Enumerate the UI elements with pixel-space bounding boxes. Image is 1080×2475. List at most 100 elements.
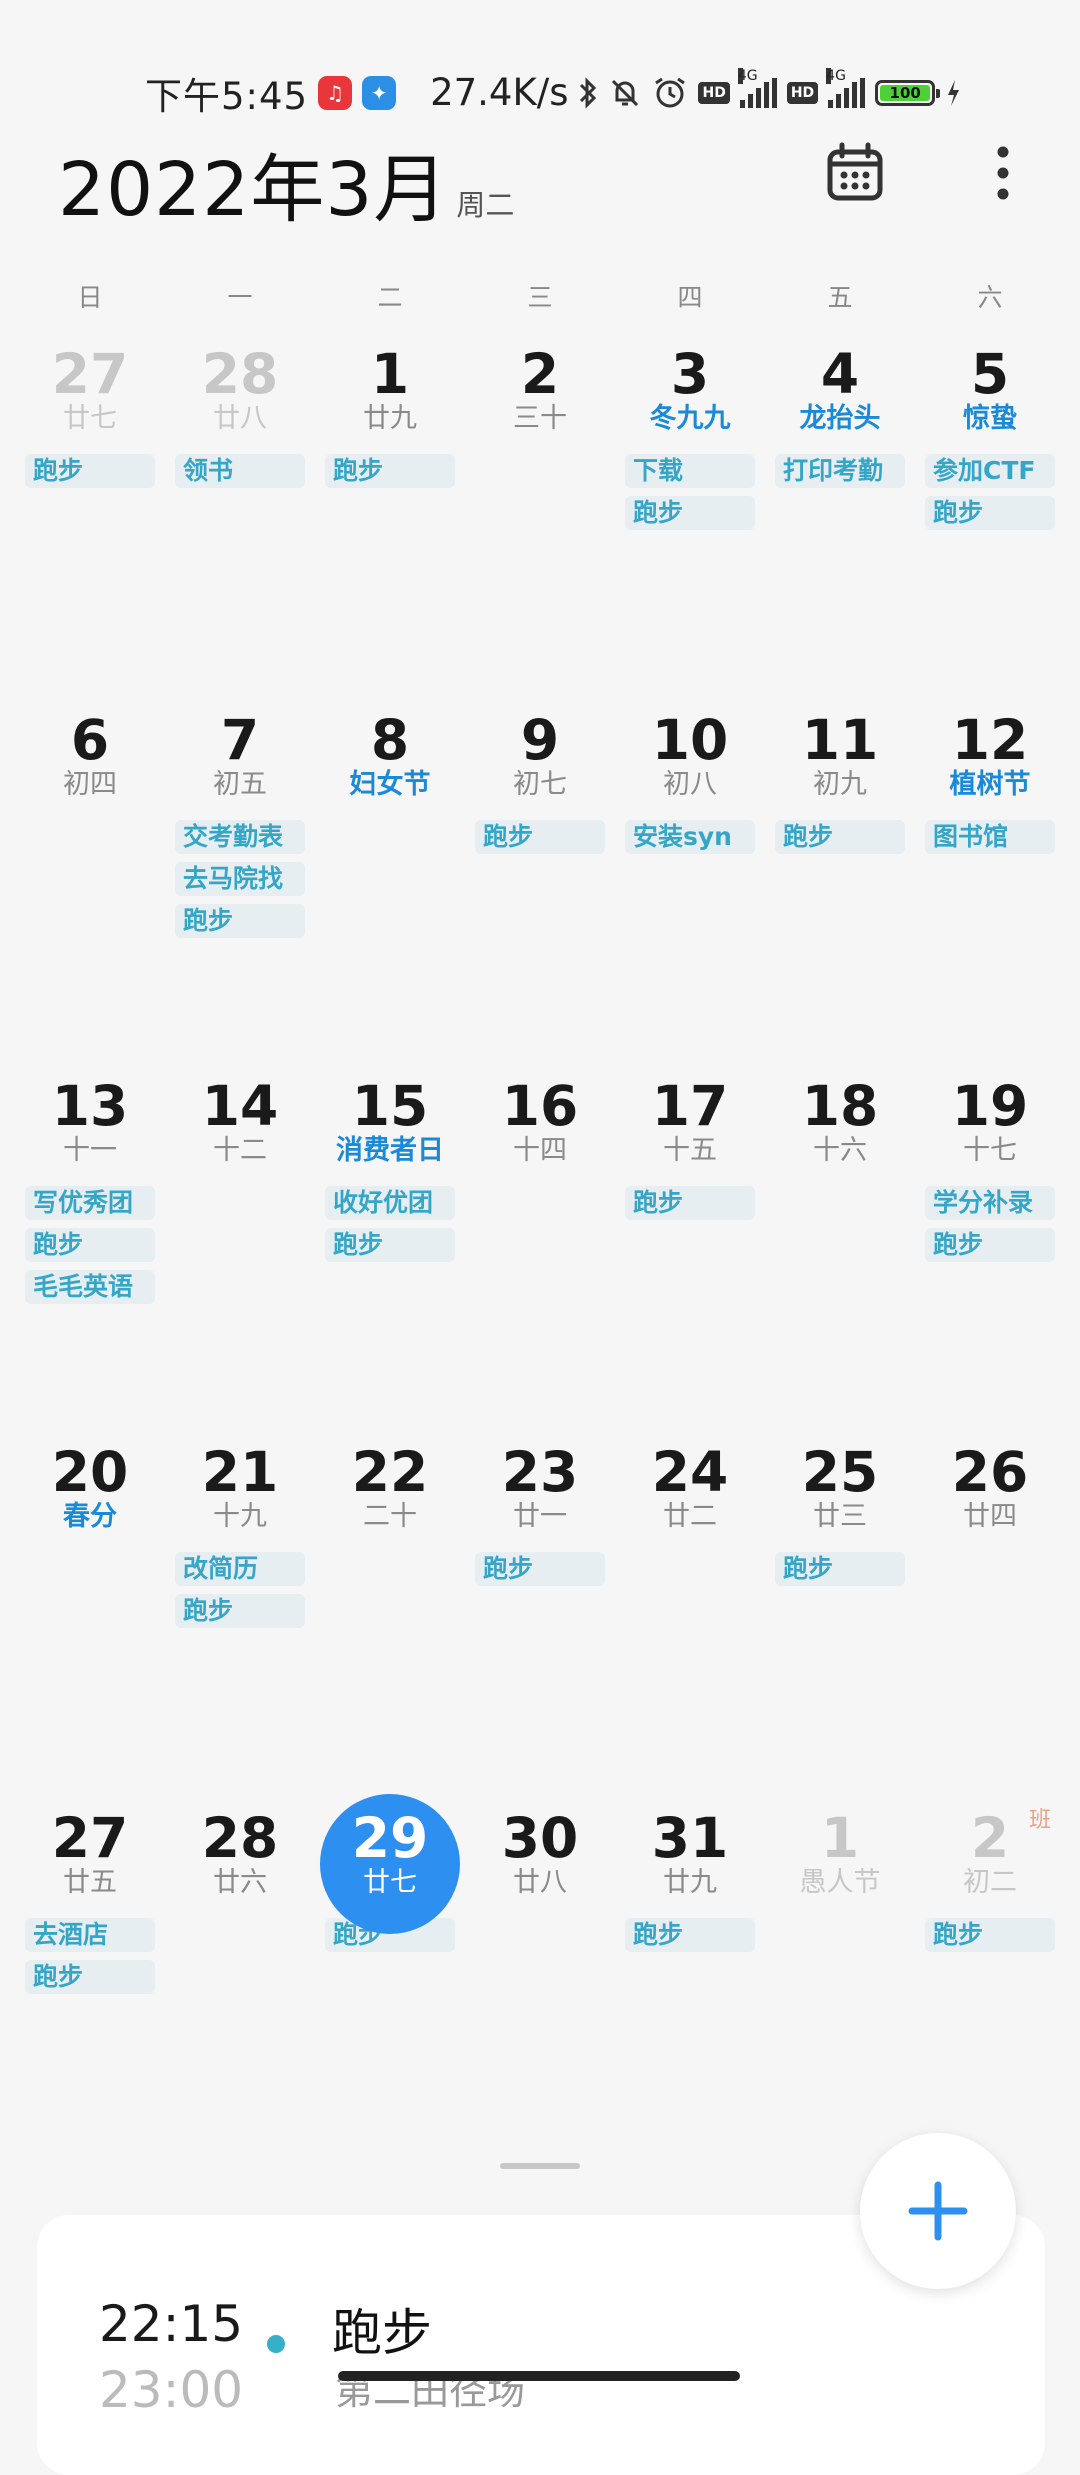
week-row: 27 廿七 跑步 28 廿八 领书 1 廿九 跑步 2 三十 3 冬九九 下载 跑步 4 龙抬头 打印考勤 5 惊蛰参… — [15, 330, 1065, 696]
event-chip[interactable]: 跑步 — [625, 496, 755, 530]
day-number: 16 — [501, 1074, 579, 1138]
week-row: 20 春分 21 十九 改简历 跑步 22 二十 23 廿一 跑步 24 廿二 25 廿三 跑步 26 廿四 — [15, 1428, 1065, 1794]
day-number: 7 — [220, 708, 260, 772]
day-cell[interactable]: 12 植树节 图书馆 — [915, 696, 1065, 1062]
weekday-labels: 日 一 二 三 四 五 六 — [15, 278, 1065, 314]
day-cell[interactable]: 21 十九 改简历 跑步 — [165, 1428, 315, 1794]
day-cell[interactable]: 9 初七 跑步 — [465, 696, 615, 1062]
lunar-date: 廿三 — [813, 1501, 867, 1532]
lunar-date: 廿九 — [663, 1867, 717, 1898]
event-chip[interactable]: 跑步 — [775, 820, 905, 854]
event-chip[interactable]: 跑步 — [475, 820, 605, 854]
event-chip[interactable]: 跑步 — [475, 1552, 605, 1586]
event-chip[interactable]: 跑步 — [325, 454, 455, 488]
event-chip[interactable]: 跑步 — [325, 1228, 455, 1262]
day-number: 29 — [351, 1806, 429, 1870]
event-chip[interactable]: 安装syn — [625, 820, 755, 854]
event-chip[interactable]: 改简历 — [175, 1552, 305, 1586]
day-cell[interactable]: 30 廿八 — [465, 1794, 615, 2160]
event-chip[interactable]: 交考勤表 — [175, 820, 305, 854]
day-cell[interactable]: 5 惊蛰 参加CTF 跑步 — [915, 330, 1065, 696]
lunar-date: 廿七 — [363, 1867, 417, 1898]
event-chip[interactable]: 跑步 — [625, 1186, 755, 1220]
day-cell[interactable]: 24 廿二 — [615, 1428, 765, 1794]
event-chip[interactable]: 打印考勤 — [775, 454, 905, 488]
event-chip[interactable]: 跑步 — [925, 1918, 1055, 1952]
event-list: 打印考勤 — [765, 454, 915, 488]
day-cell[interactable]: 10 初八 安装syn — [615, 696, 765, 1062]
day-cell[interactable]: 22 二十 — [315, 1428, 465, 1794]
event-chip[interactable]: 跑步 — [175, 904, 305, 938]
signal-type-2: 4G — [826, 67, 846, 84]
day-cell[interactable]: 29 廿七 跑步 — [315, 1794, 465, 2160]
lunar-date: 愚人节 — [799, 1867, 881, 1898]
day-number: 3 — [670, 342, 710, 406]
day-cell[interactable]: 班 2 初二 跑步 — [915, 1794, 1065, 2160]
event-list: 跑步 — [15, 454, 165, 488]
day-cell[interactable]: 25 廿三 跑步 — [765, 1428, 915, 1794]
event-chip[interactable]: 跑步 — [775, 1552, 905, 1586]
day-number: 14 — [201, 1074, 279, 1138]
month-title[interactable]: 2022年3月 — [58, 130, 448, 237]
day-cell[interactable]: 1 愚人节 — [765, 1794, 915, 2160]
calendar-today-button[interactable] — [822, 140, 888, 206]
day-cell[interactable]: 17 十五 跑步 — [615, 1062, 765, 1428]
lunar-date: 初九 — [813, 769, 867, 800]
event-list: 学分补录 跑步 — [915, 1186, 1065, 1262]
event-title[interactable]: 跑步 — [332, 2293, 432, 2365]
event-chip[interactable]: 收好优团 — [325, 1186, 455, 1220]
weekday-label: 二 — [377, 283, 403, 312]
day-cell[interactable]: 28 廿六 — [165, 1794, 315, 2160]
week-row: 6 初四 7 初五 交考勤表 去马院找 跑步 8 妇女节 9 初七 跑步 10 初八 安装syn 11 初九 跑步… — [15, 696, 1065, 1062]
add-event-button[interactable] — [860, 2133, 1016, 2289]
event-chip[interactable]: 领书 — [175, 454, 305, 488]
event-list: 领书 — [165, 454, 315, 488]
event-chip[interactable]: 跑步 — [25, 454, 155, 488]
event-chip[interactable]: 跑步 — [25, 1228, 155, 1262]
event-chip[interactable]: 跑步 — [25, 1960, 155, 1994]
day-cell[interactable]: 3 冬九九 下载 跑步 — [615, 330, 765, 696]
weekday-label: 三 — [527, 283, 553, 312]
day-cell[interactable]: 27 廿五 去酒店 跑步 — [15, 1794, 165, 2160]
day-number: 15 — [351, 1074, 429, 1138]
gesture-nav-bar[interactable] — [338, 2371, 740, 2381]
day-cell[interactable]: 26 廿四 — [915, 1428, 1065, 1794]
event-chip[interactable]: 毛毛英语 — [25, 1270, 155, 1304]
day-cell[interactable]: 19 十七 学分补录 跑步 — [915, 1062, 1065, 1428]
day-cell[interactable]: 11 初九跑步 — [765, 696, 915, 1062]
event-chip[interactable]: 跑步 — [925, 1228, 1055, 1262]
day-cell[interactable]: 18 十六 — [765, 1062, 915, 1428]
sheet-drag-handle[interactable] — [500, 2163, 580, 2169]
day-number: 11 — [801, 708, 879, 772]
day-number: 12 — [951, 708, 1029, 772]
day-cell[interactable]: 1 廿九 跑步 — [315, 330, 465, 696]
event-chip[interactable]: 学分补录 — [925, 1186, 1055, 1220]
day-cell[interactable]: 16 十四 — [465, 1062, 615, 1428]
day-cell[interactable]: 2 三十 — [465, 330, 615, 696]
event-chip[interactable]: 跑步 — [175, 1594, 305, 1628]
event-location: 第二田径场 — [335, 2369, 526, 2413]
day-cell[interactable]: 27 廿七 跑步 — [15, 330, 165, 696]
day-cell[interactable]: 31 廿九 跑步 — [615, 1794, 765, 2160]
day-cell[interactable]: 4 龙抬头 打印考勤 — [765, 330, 915, 696]
day-cell[interactable]: 6 初四 — [15, 696, 165, 1062]
event-chip[interactable]: 去马院找 — [175, 862, 305, 896]
day-cell[interactable]: 15 消费者日 收好优团 跑步 — [315, 1062, 465, 1428]
event-chip[interactable]: 跑步 — [625, 1918, 755, 1952]
event-chip[interactable]: 参加CTF — [925, 454, 1055, 488]
lunar-date: 十一 — [63, 1135, 117, 1166]
day-cell[interactable]: 28 廿八 领书 — [165, 330, 315, 696]
day-cell[interactable]: 14 十二 — [165, 1062, 315, 1428]
day-cell[interactable]: 8 妇女节 — [315, 696, 465, 1062]
day-cell[interactable]: 23 廿一 跑步 — [465, 1428, 615, 1794]
day-cell[interactable]: 7 初五 交考勤表 去马院找 跑步 — [165, 696, 315, 1062]
lunar-date: 廿一 — [513, 1501, 567, 1532]
event-chip[interactable]: 图书馆 — [925, 820, 1055, 854]
day-cell[interactable]: 13 十一 写优秀团 跑步 毛毛英语 — [15, 1062, 165, 1428]
event-chip[interactable]: 下载 — [625, 454, 755, 488]
event-chip[interactable]: 去酒店 — [25, 1918, 155, 1952]
event-chip[interactable]: 跑步 — [925, 496, 1055, 530]
more-options-button[interactable] — [975, 140, 1031, 206]
event-chip[interactable]: 写优秀团 — [25, 1186, 155, 1220]
day-cell[interactable]: 20 春分 — [15, 1428, 165, 1794]
